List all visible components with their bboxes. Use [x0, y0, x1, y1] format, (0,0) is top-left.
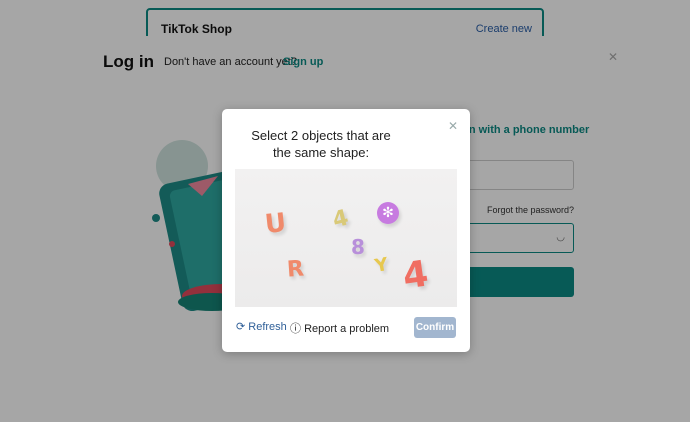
- object-u[interactable]: U: [263, 208, 287, 240]
- captcha-prompt: Select 2 objects that are the same shape…: [251, 128, 391, 160]
- report-problem-button[interactable]: ⓘ Report a problem: [290, 320, 389, 336]
- object-flower[interactable]: ✻: [377, 202, 399, 224]
- object-r[interactable]: R: [286, 256, 305, 282]
- report-label: Report a problem: [304, 323, 390, 335]
- object-4-small[interactable]: 4: [330, 206, 351, 234]
- close-icon[interactable]: ✕: [448, 119, 458, 133]
- refresh-label: Refresh: [248, 321, 287, 333]
- object-y[interactable]: Y: [373, 254, 389, 277]
- refresh-icon: ⟳: [236, 321, 246, 333]
- captcha-image: U 4 ✻ 8 R Y 4: [235, 169, 457, 307]
- object-8[interactable]: 8: [351, 235, 365, 259]
- info-icon: ⓘ: [290, 323, 301, 335]
- confirm-button[interactable]: Confirm: [414, 317, 456, 338]
- captcha-modal: ✕ Select 2 objects that are the same sha…: [222, 109, 470, 352]
- refresh-button[interactable]: ⟳ Refresh: [236, 320, 287, 333]
- object-4-large[interactable]: 4: [400, 253, 431, 297]
